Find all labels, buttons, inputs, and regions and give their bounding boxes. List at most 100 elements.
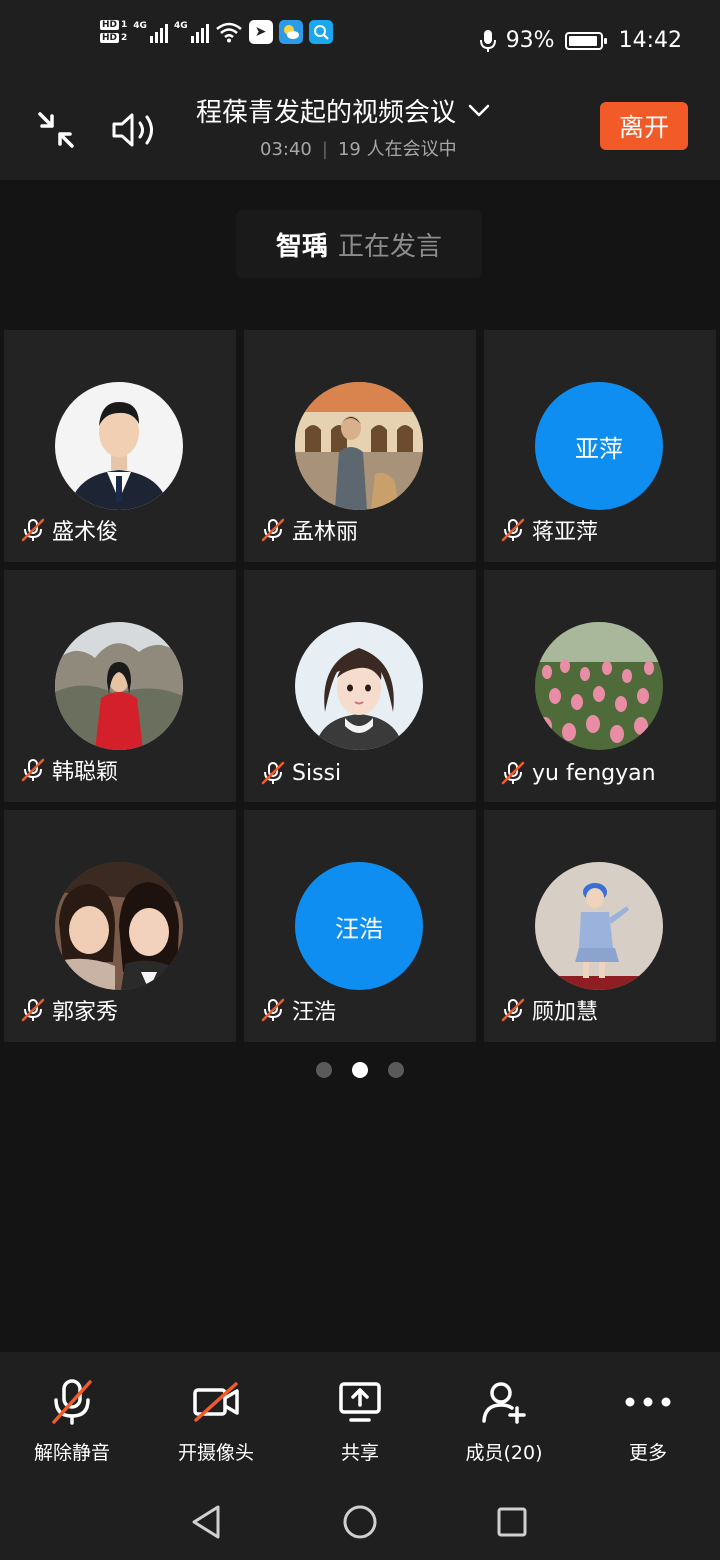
meeting-subtitle: 03:40 | 19 人在会议中 xyxy=(260,135,596,161)
page-indicator xyxy=(0,1062,720,1078)
mic-muted-icon xyxy=(21,758,45,782)
meeting-toolbar: 解除静音 开摄像头 共享 成员(20) 更多 xyxy=(0,1352,720,1560)
status-left: HD 1 HD 2 4G 4G ➤ xyxy=(100,20,333,44)
avatar xyxy=(295,622,423,750)
participant-tile[interactable]: 郭家秀 xyxy=(4,810,236,1042)
camera-label: 开摄像头 xyxy=(177,1442,254,1464)
signal-1-icon: 4G xyxy=(133,21,168,43)
participant-name: 盛术俊 xyxy=(52,520,119,545)
participant-tile[interactable]: 汪浩 汪浩 xyxy=(244,810,476,1042)
members-label: 成员(20) xyxy=(465,1442,543,1464)
battery-icon xyxy=(564,31,607,50)
participant-tile[interactable]: 孟林丽 xyxy=(244,330,476,562)
hd-badge-2: HD 2 xyxy=(100,33,128,43)
participant-name: 韩聪颖 xyxy=(52,760,119,785)
chevron-down-icon[interactable] xyxy=(468,104,490,118)
mic-muted-icon xyxy=(21,998,45,1022)
active-speaker-status: 正在发言 xyxy=(338,231,443,262)
participant-tile[interactable]: yu fengyan xyxy=(484,570,716,802)
meeting-header: 程葆青发起的视频会议 03:40 | 19 人在会议中 离开 xyxy=(0,84,720,180)
signal-2-icon: 4G xyxy=(174,21,209,43)
participant-tile[interactable]: 顾加慧 xyxy=(484,810,716,1042)
participant-label: 顾加慧 xyxy=(500,994,598,1026)
page-dot[interactable] xyxy=(316,1062,332,1078)
participant-tile[interactable]: 盛术俊 xyxy=(4,330,236,562)
share-button[interactable]: 共享 xyxy=(288,1374,432,1465)
more-dots-icon xyxy=(625,1397,671,1407)
more-button[interactable]: 更多 xyxy=(576,1374,720,1465)
home-circle-icon xyxy=(343,1505,377,1539)
members-button[interactable]: 成员(20) xyxy=(432,1374,576,1465)
subtitle-separator: | xyxy=(321,139,328,160)
mic-muted-icon xyxy=(21,518,45,542)
participant-label: 盛术俊 xyxy=(20,514,118,546)
camera-button[interactable]: 开摄像头 xyxy=(144,1374,288,1465)
participant-label: 孟林丽 xyxy=(260,514,358,546)
home-button[interactable] xyxy=(336,1500,384,1544)
share-label: 共享 xyxy=(340,1442,379,1464)
participant-label: Sissi xyxy=(260,760,341,786)
participant-name: Sissi xyxy=(292,760,342,786)
mic-off-icon xyxy=(52,1379,92,1425)
unmute-label: 解除静音 xyxy=(33,1442,110,1464)
participant-name: 孟林丽 xyxy=(292,520,359,545)
screen-share-icon xyxy=(339,1382,381,1422)
hd-badges: HD 1 HD 2 xyxy=(100,20,127,44)
more-label: 更多 xyxy=(628,1442,667,1464)
participant-tile[interactable]: 亚萍 蒋亚萍 xyxy=(484,330,716,562)
battery-percent: 93% xyxy=(505,28,555,53)
speaker-volume-icon xyxy=(112,113,153,147)
participant-name: 郭家秀 xyxy=(52,1000,119,1025)
mic-muted-icon xyxy=(261,761,285,785)
page-dot-active[interactable] xyxy=(352,1062,368,1078)
mic-muted-icon xyxy=(501,518,525,542)
participant-name: 顾加慧 xyxy=(532,1000,599,1025)
camera-off-icon xyxy=(193,1382,239,1422)
avatar xyxy=(55,622,183,750)
add-member-icon xyxy=(482,1382,526,1424)
battery-fill xyxy=(568,35,597,46)
sim-app-icon: ➤ xyxy=(248,20,273,44)
mic-muted-icon xyxy=(501,998,525,1022)
back-triangle-icon xyxy=(192,1505,220,1539)
active-speaker-indicator: 智瑀 正在发言 xyxy=(236,210,482,278)
active-speaker-name: 智瑀 xyxy=(275,231,328,262)
meeting-title-area[interactable]: 程葆青发起的视频会议 03:40 | 19 人在会议中 xyxy=(196,92,596,161)
participant-label: 汪浩 xyxy=(260,994,336,1026)
hd-badge-1: HD 1 xyxy=(100,20,128,30)
back-button[interactable] xyxy=(182,1500,230,1544)
status-bar: HD 1 HD 2 4G 4G ➤ 93% 14:42 xyxy=(0,0,720,84)
mic-icon xyxy=(479,29,496,52)
meeting-title: 程葆青发起的视频会议 xyxy=(196,98,457,128)
participant-label: 韩聪颖 xyxy=(20,754,118,786)
speaker-button[interactable] xyxy=(106,102,162,158)
participant-tile[interactable]: 韩聪颖 xyxy=(4,570,236,802)
initials-avatar: 汪浩 xyxy=(295,862,423,990)
search-app-icon xyxy=(308,20,333,44)
clock: 14:42 xyxy=(618,28,682,53)
leave-button[interactable]: 离开 xyxy=(600,102,688,150)
recents-button[interactable] xyxy=(488,1500,536,1544)
avatar xyxy=(535,622,663,750)
participant-grid: 盛术俊 孟林丽 亚萍 蒋亚萍 韩聪颖 Sissi yu fengyan 郭家秀 … xyxy=(4,330,716,1042)
minimize-button[interactable] xyxy=(28,102,84,158)
avatar xyxy=(55,382,183,510)
participant-tile[interactable]: Sissi xyxy=(244,570,476,802)
avatar xyxy=(535,862,663,990)
avatar-initials: 亚萍 xyxy=(575,434,623,463)
initials-avatar: 亚萍 xyxy=(535,382,663,510)
participant-label: yu fengyan xyxy=(500,760,656,786)
wifi-icon xyxy=(215,22,242,43)
page-dot[interactable] xyxy=(388,1062,404,1078)
mic-muted-icon xyxy=(501,761,525,785)
collapse-arrows-icon xyxy=(38,112,74,148)
system-nav-bar xyxy=(0,1490,720,1550)
unmute-button[interactable]: 解除静音 xyxy=(0,1374,144,1465)
participant-label: 蒋亚萍 xyxy=(500,514,598,546)
weather-icon xyxy=(278,20,303,44)
participant-name: 汪浩 xyxy=(292,1000,337,1025)
participant-label: 郭家秀 xyxy=(20,994,118,1026)
avatar xyxy=(55,862,183,990)
avatar-initials: 汪浩 xyxy=(335,914,383,943)
status-right: 93% 14:42 xyxy=(479,28,682,53)
